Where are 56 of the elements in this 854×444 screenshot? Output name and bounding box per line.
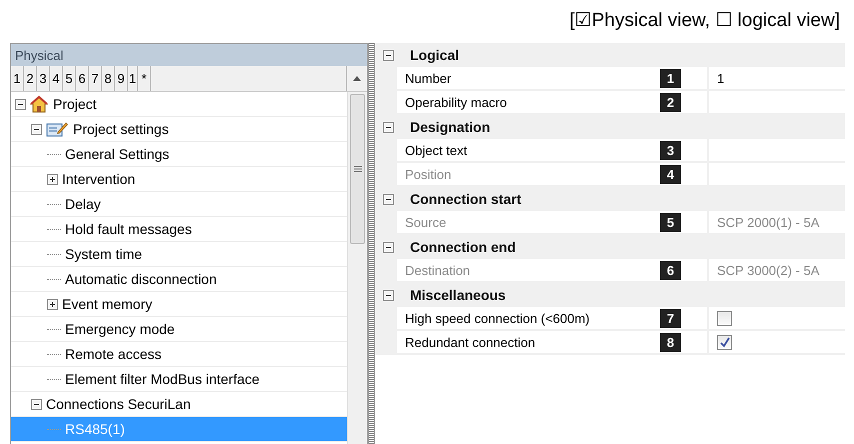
- number-badge: 3: [660, 140, 681, 160]
- splitter[interactable]: [368, 43, 375, 444]
- collapse-icon[interactable]: [31, 398, 42, 410]
- checkbox[interactable]: [717, 310, 732, 326]
- collapse-icon[interactable]: [383, 242, 394, 252]
- collapse-icon[interactable]: [31, 124, 42, 134]
- number-tab[interactable]: 9: [115, 66, 128, 91]
- property-value: SCP 3000(2) - 5A: [717, 262, 820, 278]
- number-badge: 7: [660, 308, 681, 328]
- value-cell[interactable]: 1: [709, 67, 845, 91]
- number-badge: 2: [660, 92, 681, 112]
- number-tab[interactable]: 6: [76, 66, 89, 91]
- number-tab[interactable]: 5: [63, 66, 76, 91]
- edit-icon: [46, 121, 68, 137]
- category-label: Miscellaneous: [410, 287, 506, 303]
- expand-icon[interactable]: [47, 174, 58, 184]
- panel-header: Physical: [11, 44, 367, 66]
- property-value: 1: [717, 70, 724, 86]
- number-badge: 6: [660, 260, 681, 280]
- scrollbar-thumb[interactable]: [350, 94, 365, 244]
- number-badge: 8: [660, 332, 681, 352]
- property-label: Number: [405, 70, 452, 86]
- number-tab[interactable]: 1: [128, 66, 138, 91]
- checkbox[interactable]: [717, 334, 732, 350]
- property-label: Source: [405, 214, 446, 230]
- number-tab[interactable]: *: [138, 66, 151, 91]
- number-tab[interactable]: 3: [37, 66, 50, 91]
- property-label: Operability macro: [405, 94, 507, 110]
- property-label: Object text: [405, 142, 468, 158]
- caption: [☑Physical view, ☐ logical view]: [569, 8, 840, 32]
- number-badge: 5: [660, 212, 681, 232]
- property-label: High speed connection (<600m): [405, 310, 590, 326]
- category-label: Designation: [410, 119, 490, 135]
- category-label: Logical: [410, 47, 460, 63]
- collapse-icon[interactable]: [383, 290, 394, 300]
- number-badge: 1: [660, 68, 681, 88]
- expand-icon[interactable]: [47, 298, 58, 310]
- property-label: Redundant connection: [405, 334, 536, 350]
- collapse-icon[interactable]: [383, 194, 394, 204]
- value-cell[interactable]: [709, 307, 845, 331]
- value-cell[interactable]: [709, 331, 845, 355]
- collapse-icon[interactable]: [383, 122, 394, 132]
- number-tab[interactable]: 7: [89, 66, 102, 91]
- property-label: Position: [405, 166, 452, 182]
- category-label: Connection start: [410, 191, 522, 207]
- number-badge: 4: [660, 164, 681, 184]
- property-value: SCP 2000(1) - 5A: [717, 214, 820, 230]
- number-tab[interactable]: 8: [102, 66, 115, 91]
- collapse-icon[interactable]: [383, 50, 394, 60]
- house-icon: [30, 95, 48, 113]
- property-label: Destination: [405, 262, 470, 278]
- category-label: Connection end: [410, 239, 516, 255]
- number-tab[interactable]: 1: [11, 66, 24, 91]
- number-tab[interactable]: 4: [50, 66, 63, 91]
- collapse-icon[interactable]: [15, 98, 26, 110]
- number-tab[interactable]: 2: [24, 66, 37, 91]
